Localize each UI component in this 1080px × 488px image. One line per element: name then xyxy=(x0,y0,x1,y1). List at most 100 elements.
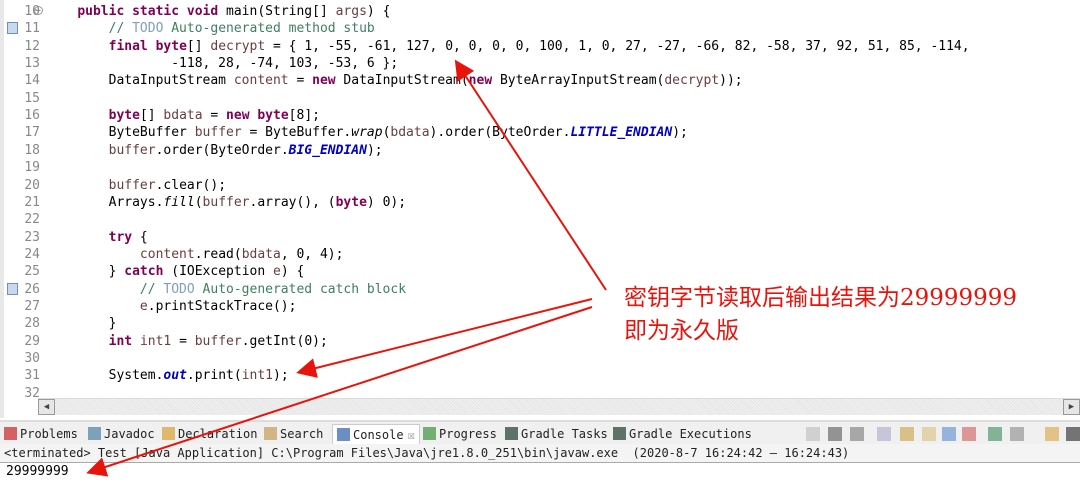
remove-launch-icon[interactable] xyxy=(828,427,842,441)
tab-declaration[interactable]: Declaration xyxy=(162,424,257,444)
console-header: <terminated> Test [Java Application] C:\… xyxy=(0,444,1080,463)
code-token: content xyxy=(233,73,289,89)
tab-label: Problems xyxy=(20,427,78,441)
code-text: content.read(bdata, 0, 4); xyxy=(46,246,344,263)
gradle-icon xyxy=(613,427,626,440)
code-line[interactable]: 18 buffer.order(ByteOrder.BIG_ENDIAN); xyxy=(4,142,1080,159)
code-line[interactable]: 21 Arrays.fill(buffer.array(), (byte) 0)… xyxy=(4,194,1080,211)
code-token: bdata xyxy=(163,108,203,124)
open-console-icon[interactable] xyxy=(1045,427,1059,441)
gradle-icon xyxy=(505,427,518,440)
horizontal-scrollbar[interactable]: ◀ ▶ xyxy=(38,398,1080,415)
line-number: 30 xyxy=(24,351,40,366)
code-line[interactable]: 11 // TODO Auto-generated method stub xyxy=(4,20,1080,37)
code-token: content xyxy=(139,246,195,262)
tab-javadoc[interactable]: Javadoc xyxy=(88,424,155,444)
code-token: wrap xyxy=(351,125,383,141)
tab-gradle-tasks[interactable]: Gradle Tasks xyxy=(505,424,608,444)
code-text: public static void main(String[] args) { xyxy=(46,3,390,20)
code-line[interactable]: 31 System.out.print(int1); xyxy=(4,367,1080,384)
javadoc-icon xyxy=(88,427,101,440)
code-line[interactable]: 22 xyxy=(4,211,1080,228)
task-marker-icon[interactable] xyxy=(7,22,18,35)
scroll-right-button[interactable]: ▶ xyxy=(1063,399,1080,415)
tab-problems[interactable]: Problems xyxy=(4,424,78,444)
close-tab-icon[interactable]: ☒ xyxy=(408,428,415,442)
code-line[interactable]: 17 ByteBuffer buffer = ByteBuffer.wrap(b… xyxy=(4,124,1080,141)
code-token: ByteBuffer xyxy=(46,125,195,141)
terminate-icon[interactable] xyxy=(806,427,820,441)
code-token: -118, 28, -74, 103, -53, 6 }; xyxy=(46,56,399,72)
code-token: .array(), ( xyxy=(249,194,336,210)
fold-toggle-icon[interactable]: − xyxy=(34,6,43,15)
code-token: = ByteBuffer. xyxy=(241,125,352,141)
display-console-icon[interactable] xyxy=(1010,427,1024,441)
remove-all-icon[interactable] xyxy=(850,427,864,441)
code-token: .printStackTrace(); xyxy=(147,298,297,314)
code-token: { xyxy=(132,229,148,245)
code-line[interactable]: 16 byte[] bdata = new byte[8]; xyxy=(4,107,1080,124)
code-token: .order(ByteOrder. xyxy=(155,142,289,158)
code-line[interactable]: 13 -118, 28, -74, 103, -53, 6 }; xyxy=(4,55,1080,72)
tab-label: Search xyxy=(280,427,324,441)
code-token: (IOException xyxy=(163,264,273,280)
code-token: e xyxy=(273,264,281,280)
code-line[interactable]: 23 try { xyxy=(4,229,1080,246)
code-line[interactable]: 15 xyxy=(4,90,1080,107)
declaration-icon xyxy=(162,427,175,440)
tab-gradle-executions[interactable]: Gradle Executions xyxy=(613,424,752,444)
task-marker-icon[interactable] xyxy=(7,282,18,295)
code-line[interactable]: 19 xyxy=(4,159,1080,176)
tab-search[interactable]: Search xyxy=(264,424,323,444)
code-token: ( xyxy=(194,194,203,210)
code-token: final byte xyxy=(108,38,187,54)
code-token: buffer xyxy=(108,142,156,158)
code-line[interactable]: 30 xyxy=(4,350,1080,367)
show-on-stdout-icon[interactable] xyxy=(942,427,956,441)
code-line[interactable]: 10− public static void main(String[] arg… xyxy=(4,3,1080,20)
code-editor[interactable]: 10− public static void main(String[] arg… xyxy=(0,0,1080,418)
code-line[interactable]: 14 DataInputStream content = new DataInp… xyxy=(4,72,1080,89)
code-token: fill xyxy=(163,194,195,210)
code-text: byte[] bdata = new byte[8]; xyxy=(46,107,320,124)
line-number: 14 xyxy=(24,73,40,89)
show-on-stderr-icon[interactable] xyxy=(962,427,976,441)
code-token: ); xyxy=(366,142,383,158)
line-number: 19 xyxy=(24,160,40,176)
pin-console-icon[interactable] xyxy=(988,427,1002,441)
code-text: buffer.order(ByteOrder.BIG_ENDIAN); xyxy=(46,142,383,159)
code-line[interactable]: 20 buffer.clear(); xyxy=(4,177,1080,194)
line-number: 24 xyxy=(24,246,40,262)
line-number: 18 xyxy=(24,142,40,158)
line-number: 20 xyxy=(24,177,40,193)
word-wrap-icon[interactable] xyxy=(922,427,936,441)
console-output[interactable]: 29999999 xyxy=(6,463,69,480)
code-token: Auto-generated catch block xyxy=(194,281,407,297)
view-menu-icon[interactable] xyxy=(1066,427,1080,441)
tab-label: Declaration xyxy=(178,427,258,441)
code-token: out xyxy=(163,368,187,384)
tab-label: Javadoc xyxy=(104,427,155,441)
code-text: -118, 28, -74, 103, -53, 6 }; xyxy=(46,55,398,72)
code-line[interactable]: 12 final byte[] decrypt = { 1, -55, -61,… xyxy=(4,38,1080,55)
code-token: args xyxy=(335,4,367,19)
clear-console-icon[interactable] xyxy=(877,427,891,441)
code-token: buffer xyxy=(108,177,156,193)
annotation-text: 密钥字节读取后输出结果为29999999 即为永久版 xyxy=(624,282,1017,348)
tab-progress[interactable]: Progress xyxy=(423,424,497,444)
code-token: // xyxy=(46,21,133,37)
line-number: 22 xyxy=(24,212,40,228)
code-token: = xyxy=(171,333,195,349)
scroll-left-button[interactable]: ◀ xyxy=(38,399,55,415)
code-line[interactable]: 25 } catch (IOException e) { xyxy=(4,263,1080,280)
code-token: = { 1, -55, -61, 127, 0, 0, 0, 0, 100, 1… xyxy=(265,38,970,54)
code-token: )); xyxy=(719,73,743,89)
code-token: ) { xyxy=(280,264,305,280)
tab-console[interactable]: Console ☒ xyxy=(332,424,420,444)
scroll-lock-icon[interactable] xyxy=(900,427,914,441)
code-line[interactable]: 24 content.read(bdata, 0, 4); xyxy=(4,246,1080,263)
code-text: DataInputStream content = new DataInputS… xyxy=(46,72,743,89)
